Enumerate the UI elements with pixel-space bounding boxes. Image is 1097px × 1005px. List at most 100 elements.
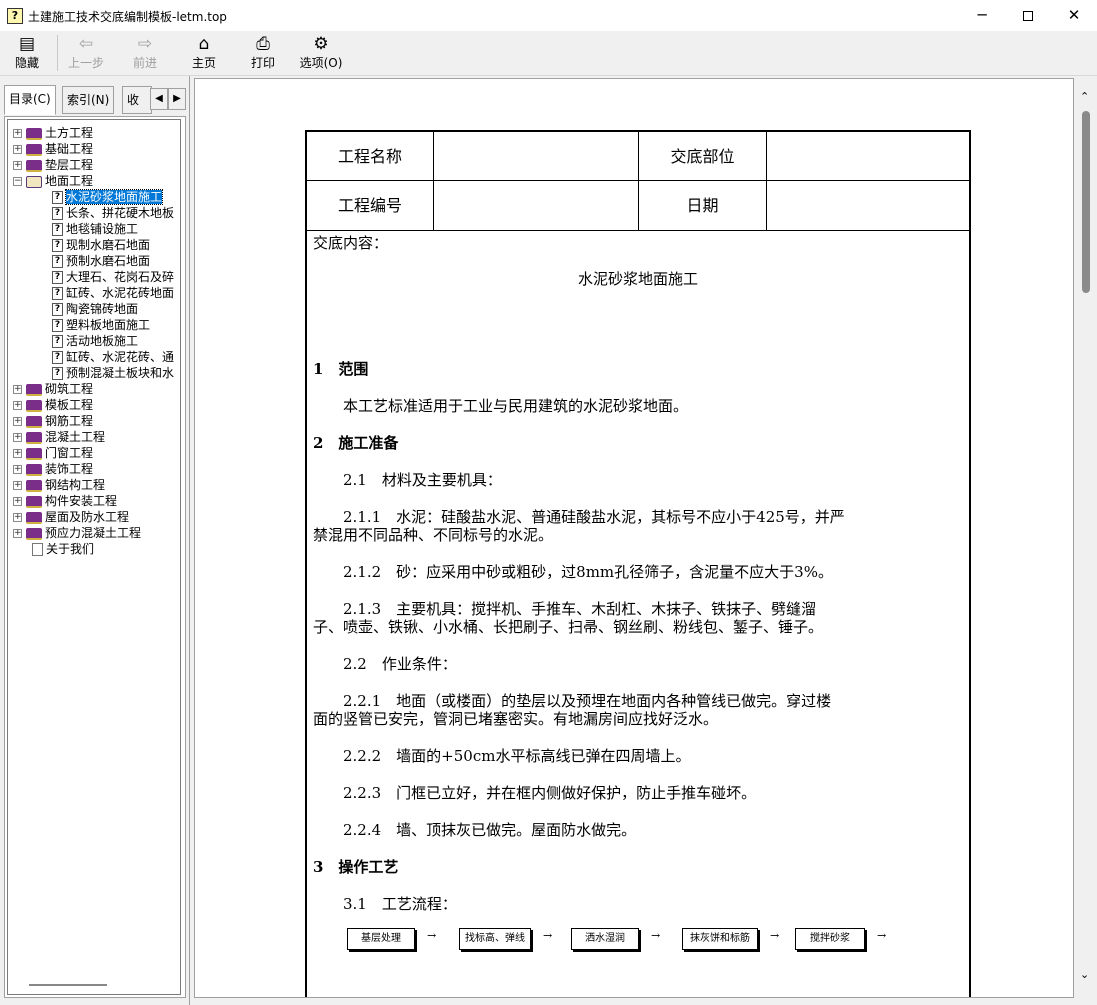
expand-icon[interactable]: +	[13, 529, 22, 538]
tree-item[interactable]: + 钢筋工程	[13, 413, 93, 429]
document-title: 水泥砂浆地面施工	[577, 270, 698, 288]
scroll-thumb[interactable]	[1082, 111, 1090, 293]
expand-icon[interactable]: +	[13, 161, 22, 170]
tree-item[interactable]: ? 塑料板地面施工	[52, 317, 150, 333]
tree-item-label: 地毯铺设施工	[66, 222, 139, 236]
maximize-button[interactable]	[1005, 0, 1051, 31]
tree-item[interactable]: + 模板工程	[13, 397, 93, 413]
tree-item-label: 塑料板地面施工	[66, 318, 151, 332]
tree-item-label: 装饰工程	[45, 462, 94, 476]
expand-icon[interactable]: +	[13, 481, 22, 490]
tab-scroll-arrows: ◀ ▶	[150, 88, 188, 110]
tree-item[interactable]: + 砌筑工程	[13, 381, 93, 397]
tree-item-label: 钢结构工程	[45, 478, 106, 492]
contents-tree-panel: + 土方工程 + 基础工程 + 垫层工程 − 地面工程? 水泥砂浆地面施工? 长条、拼花硬木地板?…	[4, 116, 186, 998]
tree-item[interactable]: ? 预制水磨石地面	[52, 253, 150, 269]
tree-item[interactable]: ? 预制混凝土板块和水	[52, 365, 174, 381]
document-line: 禁混用不同品种、不同标号的水泥。	[313, 526, 554, 544]
content-vertical-scrollbar[interactable]: ⌃ ⌄	[1076, 78, 1095, 998]
flow-arrow: →	[877, 929, 887, 942]
project-name-value	[434, 132, 639, 181]
tree-item[interactable]: + 装饰工程	[13, 461, 93, 477]
document-line: 2.1.2 砂：应采用中砂或粗砂，过8mm孔径筛子，含泥量不应大于3%。	[313, 563, 833, 581]
expand-icon[interactable]: +	[13, 465, 22, 474]
help-page-icon: ?	[52, 223, 63, 236]
tree-item-label: 现制水磨石地面	[66, 238, 151, 252]
tree-item-label: 钢筋工程	[45, 414, 94, 428]
tree-item[interactable]: − 地面工程	[13, 173, 93, 189]
help-page-icon: ?	[52, 319, 63, 332]
flow-step-box: 洒水湿润	[571, 928, 639, 950]
expand-icon[interactable]: +	[13, 497, 22, 506]
expand-icon[interactable]: +	[13, 433, 22, 442]
tree-item[interactable]: ? 缸砖、水泥花砖地面	[52, 285, 174, 301]
tree-horizontal-scrollbar[interactable]	[11, 979, 175, 991]
minimize-button[interactable]: ─	[959, 0, 1005, 31]
tree-item[interactable]: + 基础工程	[13, 141, 93, 157]
tree-item[interactable]: ? 现制水磨石地面	[52, 237, 150, 253]
collapse-icon[interactable]: −	[13, 177, 22, 186]
tree-item[interactable]: + 门窗工程	[13, 445, 93, 461]
location-value	[767, 132, 969, 181]
book-icon	[26, 159, 42, 172]
tree-item[interactable]: 关于我们	[32, 541, 94, 557]
hide-icon: ▤	[18, 34, 36, 54]
document-line: 2.1 材料及主要机具：	[313, 471, 502, 489]
options-button[interactable]: ⚙ 选项(O)	[296, 33, 346, 73]
tab-scroll-right-button[interactable]: ▶	[168, 88, 186, 110]
tree-item[interactable]: ? 活动地板施工	[52, 333, 138, 349]
tab-index[interactable]: 索引(N)	[62, 86, 115, 114]
tree-item[interactable]: + 预应力混凝土工程	[13, 525, 141, 541]
project-name-label: 工程名称	[307, 132, 434, 181]
expand-icon[interactable]: +	[13, 129, 22, 138]
tree-item[interactable]: + 钢结构工程	[13, 477, 105, 493]
tree-item-label: 门窗工程	[45, 446, 94, 460]
document-line: 面的竖管已安完，管洞已堵塞密实。有地漏房间应找好泛水。	[313, 710, 719, 728]
print-button[interactable]: ⎙ 打印	[238, 33, 288, 73]
document-line: 3.1 工艺流程：	[313, 895, 457, 913]
expand-icon[interactable]: +	[13, 449, 22, 458]
document-line: 子、喷壶、铁锹、小水桶、长把刷子、扫帚、钢丝刷、粉线包、錾子、锤子。	[313, 618, 824, 636]
scroll-up-button[interactable]: ⌃	[1080, 90, 1089, 103]
hide-button[interactable]: ▤ 隐藏	[2, 33, 52, 73]
nav-tabs: 目录(C) 索引(N) 收 ◀ ▶	[4, 85, 188, 116]
tree-item[interactable]: ? 大理石、花岗石及碎	[52, 269, 174, 285]
expand-icon[interactable]: +	[13, 145, 22, 154]
tree-item[interactable]: + 屋面及防水工程	[13, 509, 129, 525]
tab-contents[interactable]: 目录(C)	[4, 85, 56, 115]
book-icon	[26, 495, 42, 508]
expand-icon[interactable]: +	[13, 385, 22, 394]
tree-item[interactable]: ? 地毯铺设施工	[52, 221, 138, 237]
help-page-icon: ?	[52, 191, 63, 204]
tree-item[interactable]: + 垫层工程	[13, 157, 93, 173]
date-label: 日期	[639, 181, 767, 231]
tree-item[interactable]: ? 水泥砂浆地面施工	[52, 189, 164, 205]
back-arrow-icon: ⇦	[78, 34, 94, 54]
tree-item[interactable]: ? 长条、拼花硬木地板	[52, 205, 174, 221]
print-label: 打印	[250, 56, 275, 70]
tree-item-label: 缸砖、水泥花砖地面	[66, 286, 175, 300]
tree-item[interactable]: + 构件安装工程	[13, 493, 117, 509]
book-icon	[26, 127, 42, 140]
home-icon: ⌂	[198, 34, 210, 54]
forward-button[interactable]: ⇨ 前进	[120, 33, 170, 73]
expand-icon[interactable]: +	[13, 513, 22, 522]
tab-scroll-left-button[interactable]: ◀	[150, 88, 168, 110]
tree-item[interactable]: + 土方工程	[13, 125, 93, 141]
tree-item[interactable]: ? 缸砖、水泥花砖、通	[52, 349, 174, 365]
tree-item-label: 模板工程	[45, 398, 94, 412]
tab-favorites[interactable]: 收	[122, 86, 152, 114]
expand-icon[interactable]: +	[13, 417, 22, 426]
scroll-down-button[interactable]: ⌄	[1080, 968, 1089, 981]
expand-icon[interactable]: +	[13, 401, 22, 410]
back-button[interactable]: ⇦ 上一步	[61, 33, 111, 73]
help-app-icon: ?	[7, 8, 23, 24]
options-label: 选项(O)	[299, 56, 343, 70]
flow-arrow: →	[651, 929, 661, 942]
tree-item[interactable]: ? 陶瓷锦砖地面	[52, 301, 138, 317]
tree-item[interactable]: + 混凝土工程	[13, 429, 105, 445]
tree-scroll-thumb[interactable]	[29, 984, 107, 986]
book-icon	[26, 479, 42, 492]
close-button[interactable]: ✕	[1051, 0, 1097, 31]
home-button[interactable]: ⌂ 主页	[179, 33, 229, 73]
